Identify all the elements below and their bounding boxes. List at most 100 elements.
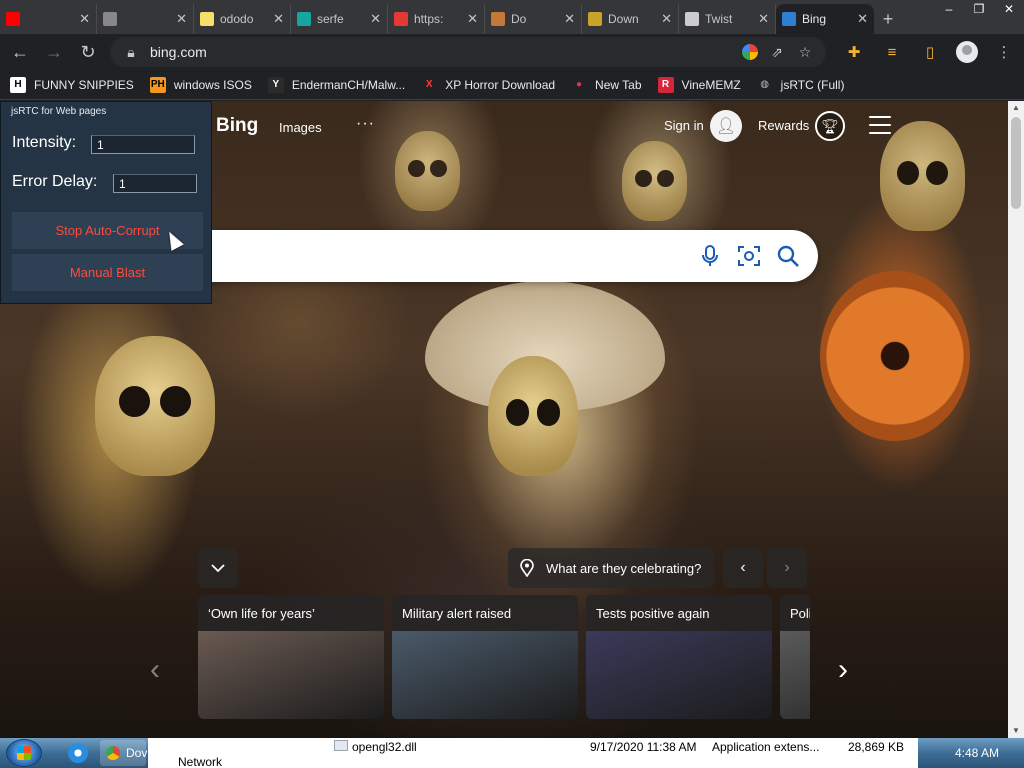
bookmark-label: XP Horror Download bbox=[445, 77, 556, 92]
tab-7[interactable]: Twist ✕ bbox=[679, 4, 776, 34]
side-panel-icon[interactable]: ▯ bbox=[918, 40, 942, 64]
lock-icon[interactable]: 🔒︎ bbox=[122, 44, 140, 61]
tab-close-icon[interactable]: ✕ bbox=[176, 11, 187, 27]
page-icon bbox=[103, 12, 117, 26]
back-button[interactable]: ← bbox=[8, 40, 32, 64]
feed-next-chevron-icon[interactable]: › bbox=[838, 653, 848, 687]
tab-6[interactable]: Down ✕ bbox=[582, 4, 679, 34]
error-delay-input[interactable] bbox=[113, 174, 197, 193]
address-url[interactable]: bing.com bbox=[150, 44, 732, 60]
new-tab-button[interactable]: + bbox=[874, 4, 902, 34]
system-clock[interactable]: 4:48 AM bbox=[930, 738, 1024, 768]
tab-title: Do bbox=[511, 12, 527, 26]
search-input[interactable] bbox=[220, 242, 680, 270]
bookmark-favicon-icon: X bbox=[421, 76, 438, 93]
visual-search-icon[interactable] bbox=[737, 244, 761, 268]
collapse-feed-button[interactable] bbox=[198, 548, 238, 588]
tab-8[interactable]: Bing ✕ bbox=[776, 4, 874, 34]
explorer-file-row[interactable]: Network bbox=[148, 753, 918, 768]
tab-1[interactable]: ✕ bbox=[97, 4, 194, 34]
tab-close-icon[interactable]: ✕ bbox=[467, 11, 478, 27]
news-card[interactable]: Poli bbox=[780, 595, 810, 719]
tab-4[interactable]: https: ✕ bbox=[388, 4, 485, 34]
next-image-button[interactable]: › bbox=[767, 548, 807, 588]
share-icon[interactable]: ⇗ bbox=[768, 44, 786, 61]
news-card[interactable]: Military alert raised bbox=[392, 595, 578, 719]
more-menu-button[interactable]: ··· bbox=[356, 115, 375, 133]
scroll-down-arrow-icon[interactable]: ▼ bbox=[1008, 724, 1024, 738]
tab-strip: ✕ ✕ ododo ✕ serfe ✕ https: ✕ Do ✕ Down ✕ Twist ✕ Bing ✕… bbox=[0, 0, 1024, 34]
news-card-title: Tests positive again bbox=[596, 606, 710, 621]
minimize-window-button[interactable]: – bbox=[934, 0, 964, 22]
bookmark-label: VineMEMZ bbox=[681, 77, 741, 92]
start-button[interactable] bbox=[6, 739, 42, 767]
bookmark-label: windows ISOS bbox=[173, 77, 252, 92]
tab-close-icon[interactable]: ✕ bbox=[857, 11, 868, 27]
youtube-icon bbox=[6, 12, 20, 26]
bookmark-item[interactable]: R VineMEMZ bbox=[657, 76, 741, 93]
forward-button[interactable]: → bbox=[42, 40, 66, 64]
news-card-title: ‘Own life for years’ bbox=[208, 606, 315, 621]
taskbar-ie[interactable] bbox=[62, 740, 94, 766]
bookmark-star-icon[interactable]: ☆ bbox=[796, 44, 814, 61]
bookmark-item[interactable]: H FUNNY SNIPPIES bbox=[10, 76, 134, 93]
user-avatar-icon[interactable]: 👤︎ bbox=[710, 110, 742, 142]
bookmark-item[interactable]: Y EndermanCH/Malw... bbox=[267, 76, 405, 93]
search-icon[interactable] bbox=[776, 244, 800, 268]
close-window-button[interactable]: ✕ bbox=[994, 0, 1024, 22]
explorer-file-row[interactable]: opengl32.dll 9/17/2020 11:38 AM Applicatio… bbox=[148, 738, 918, 754]
image-caption-text: What are they celebrating? bbox=[546, 560, 702, 576]
bookmark-label: New Tab bbox=[595, 77, 642, 92]
sign-in-link[interactable]: Sign in bbox=[664, 118, 704, 133]
tab-close-icon[interactable]: ✕ bbox=[564, 11, 575, 27]
scroll-up-arrow-icon[interactable]: ▲ bbox=[1008, 101, 1024, 115]
tab-title: Bing bbox=[802, 12, 827, 26]
tab-title: Down bbox=[608, 12, 639, 26]
reload-button[interactable]: ↻ bbox=[76, 40, 100, 64]
scroll-thumb[interactable] bbox=[1011, 117, 1021, 209]
manual-blast-button[interactable]: Manual Blast bbox=[12, 254, 203, 291]
bookmark-favicon-icon: R bbox=[657, 76, 674, 93]
media-queue-icon[interactable]: ≡ bbox=[880, 40, 904, 64]
tab-5[interactable]: Do ✕ bbox=[485, 4, 582, 34]
tab-close-icon[interactable]: ✕ bbox=[370, 11, 381, 27]
news-card[interactable]: ‘Own life for years’ bbox=[198, 595, 384, 719]
tab-close-icon[interactable]: ✕ bbox=[273, 11, 284, 27]
restore-window-button[interactable]: ❐ bbox=[964, 0, 994, 22]
tab-2[interactable]: ododo ✕ bbox=[194, 4, 291, 34]
skull-image-left bbox=[95, 336, 215, 476]
nav-images-link[interactable]: Images bbox=[279, 120, 322, 135]
image-caption-pill[interactable]: What are they celebrating? bbox=[508, 548, 714, 588]
browser-toolbar: ← → ↻ 🔒︎ bing.com ⇗ ☆ ✚ ≡ ▯ ⋮ bbox=[0, 34, 1024, 70]
page-scrollbar[interactable]: ▲ ▼ bbox=[1008, 101, 1024, 738]
microphone-icon[interactable] bbox=[698, 244, 722, 268]
tab-close-icon[interactable]: ✕ bbox=[79, 11, 90, 27]
rewards-link[interactable]: Rewards bbox=[758, 118, 809, 133]
profile-avatar[interactable] bbox=[956, 41, 978, 63]
news-card[interactable]: Tests positive again bbox=[586, 595, 772, 719]
previous-image-button[interactable]: ‹ bbox=[723, 548, 763, 588]
intensity-input[interactable] bbox=[91, 135, 195, 154]
tab-close-icon[interactable]: ✕ bbox=[758, 11, 769, 27]
bookmark-item[interactable]: ◍ jsRTC (Full) bbox=[756, 76, 844, 93]
bookmark-item[interactable]: ● New Tab bbox=[571, 76, 642, 93]
explorer-type-cell: Application extens... bbox=[712, 740, 820, 754]
window-controls: – ❐ ✕ bbox=[934, 0, 1024, 22]
feed-prev-chevron-icon[interactable]: ‹ bbox=[150, 653, 160, 687]
address-bar[interactable]: 🔒︎ bing.com ⇗ ☆ bbox=[110, 37, 826, 67]
news-card-thumbnail bbox=[392, 631, 578, 719]
tab-3[interactable]: serfe ✕ bbox=[291, 4, 388, 34]
bookmark-item[interactable]: X XP Horror Download bbox=[421, 76, 556, 93]
bing-logo[interactable]: Bing bbox=[216, 115, 258, 137]
tab-title: https: bbox=[414, 12, 444, 26]
extensions-icon[interactable]: ✚ bbox=[842, 40, 866, 64]
bookmark-item[interactable]: PH windows ISOS bbox=[149, 76, 252, 93]
taskbar-chrome[interactable]: Dov bbox=[100, 740, 147, 766]
bookmarks-bar: H FUNNY SNIPPIES PH windows ISOS Y EndermanCH… bbox=[0, 70, 1024, 100]
tab-close-icon[interactable]: ✕ bbox=[661, 11, 672, 27]
hamburger-menu-icon[interactable] bbox=[869, 116, 891, 134]
rewards-trophy-icon[interactable]: 🏆︎ bbox=[815, 111, 845, 141]
menu-dots-icon[interactable]: ⋮ bbox=[992, 40, 1016, 64]
google-icon[interactable] bbox=[742, 44, 758, 60]
tab-0[interactable]: ✕ bbox=[0, 4, 97, 34]
